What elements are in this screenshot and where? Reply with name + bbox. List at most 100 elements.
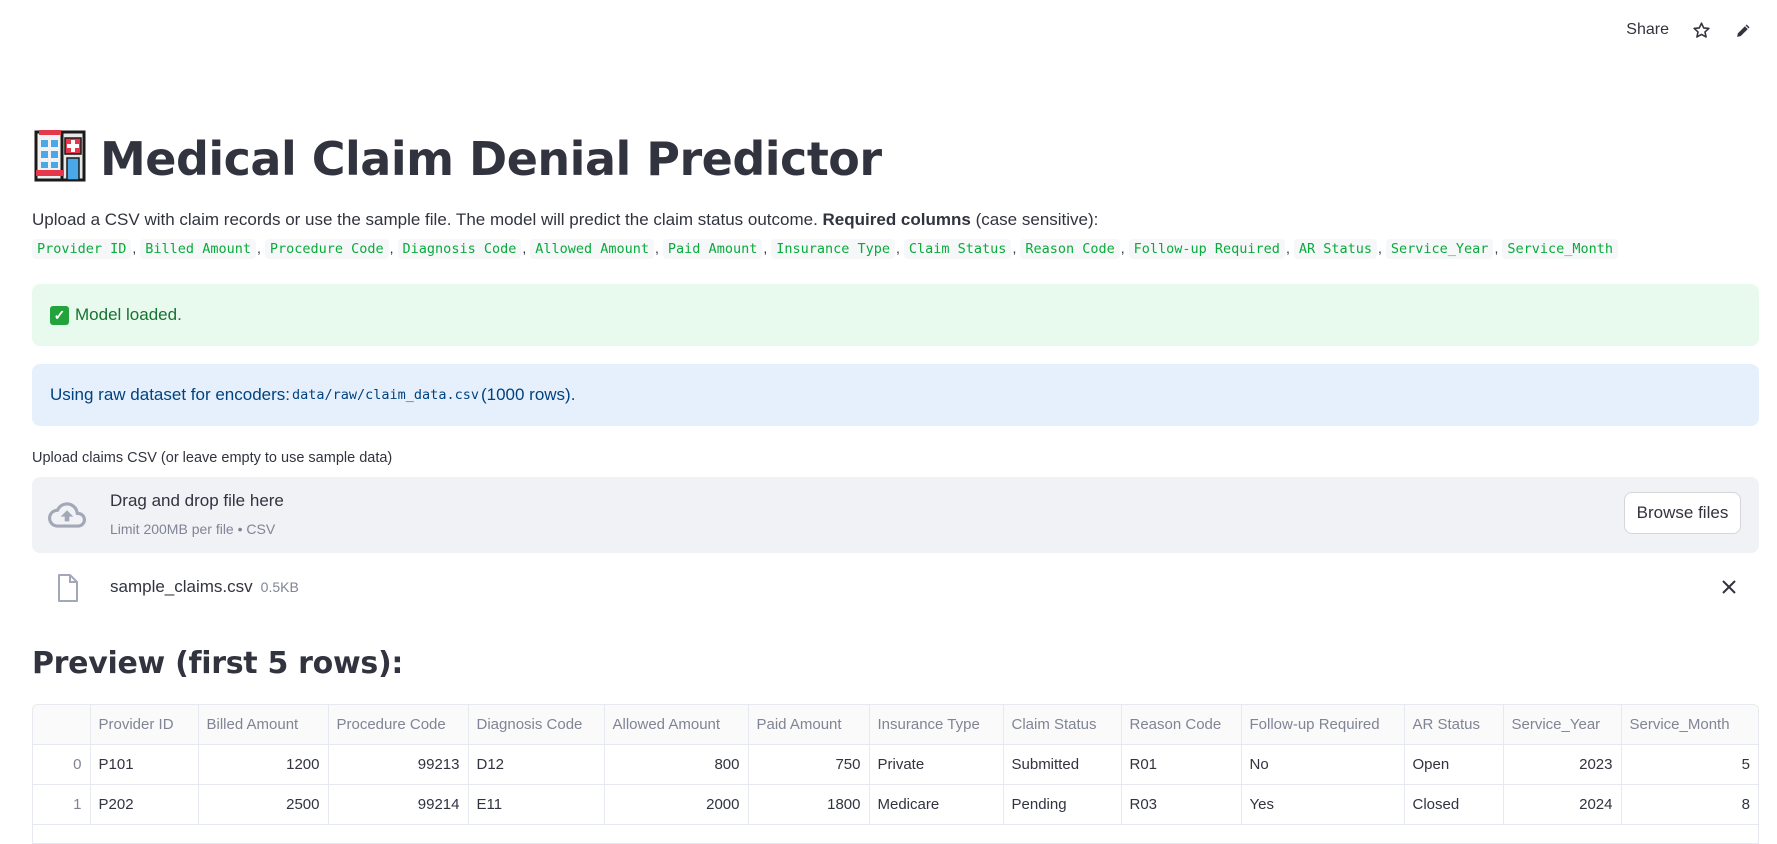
table-cell[interactable]: 800	[604, 744, 749, 785]
comma-separator: ,	[132, 240, 137, 256]
column-header[interactable]: Reason Code	[1121, 705, 1242, 745]
checkmark-icon: ✓	[50, 305, 69, 325]
comma-separator: ,	[655, 240, 659, 256]
table-cell[interactable]: R01	[1121, 744, 1242, 785]
required-column-chip: Paid Amount	[662, 239, 763, 259]
required-column-chip: Claim Status	[903, 239, 1012, 259]
preview-heading: Preview (first 5 rows):	[32, 646, 404, 681]
model-loaded-alert: ✓ Model loaded.	[32, 284, 1759, 346]
required-columns-list: Provider ID, Billed Amount, Procedure Code…	[32, 239, 1618, 259]
table-cell[interactable]: Yes	[1241, 784, 1405, 825]
table-cell[interactable]: Medicare	[869, 784, 1004, 825]
table-cell[interactable]: 2024	[1503, 784, 1622, 825]
table-cell[interactable]: P202	[90, 784, 199, 825]
column-header[interactable]: Paid Amount	[748, 705, 870, 745]
table-cell[interactable]: 2023	[1503, 744, 1622, 785]
table-cell[interactable]: 8	[1621, 784, 1758, 825]
required-column-chip: Service_Year	[1385, 239, 1494, 259]
table-cell[interactable]: 2000	[604, 784, 749, 825]
table-cell[interactable]: No	[1241, 744, 1405, 785]
intro-suffix: (case sensitive):	[970, 210, 1099, 229]
comma-separator: ,	[522, 240, 527, 256]
table-cell[interactable]: Private	[869, 744, 1004, 785]
table-cell[interactable]: 99213	[328, 744, 469, 785]
page-title-text: Medical Claim Denial Predictor	[100, 131, 882, 186]
comma-separator: ,	[763, 240, 768, 256]
column-header[interactable]: Allowed Amount	[604, 705, 749, 745]
cloud-upload-icon	[48, 496, 86, 539]
preview-table[interactable]: Provider ID Billed Amount Procedure Code Di…	[32, 704, 1759, 844]
table-row: 0 P101 1200 99213 D12 800 750 Private Submitted R…	[33, 744, 1758, 785]
table-cell[interactable]: D12	[468, 744, 605, 785]
page-title: Medical Claim Denial Predictor	[34, 128, 882, 189]
file-icon	[56, 573, 80, 608]
file-size: 0.5KB	[260, 579, 299, 595]
table-cell[interactable]: 5	[1621, 744, 1758, 785]
comma-separator: ,	[1378, 240, 1382, 256]
table-cell[interactable]: 2500	[198, 784, 329, 825]
intro-sentence: Upload a CSV with claim records or use t…	[32, 210, 823, 229]
hospital-icon	[34, 128, 86, 189]
column-header[interactable]	[33, 705, 91, 745]
pencil-icon[interactable]	[1733, 20, 1753, 40]
uploaded-file-row: sample_claims.csv 0.5KB	[32, 569, 1759, 609]
comma-separator: ,	[256, 240, 261, 256]
column-header[interactable]: Insurance Type	[869, 705, 1004, 745]
table-body: 0 P101 1200 99213 D12 800 750 Private Submitted R…	[33, 744, 1758, 825]
intro-text: Upload a CSV with claim records or use t…	[32, 210, 1098, 230]
file-name: sample_claims.csv 0.5KB	[110, 577, 299, 597]
table-cell[interactable]: Pending	[1003, 784, 1122, 825]
column-header[interactable]: Diagnosis Code	[468, 705, 605, 745]
required-columns-label: Required columns	[822, 210, 971, 229]
column-header[interactable]: Provider ID	[90, 705, 199, 745]
required-column-chip: Allowed Amount	[530, 239, 655, 259]
drag-drop-text: Drag and drop file here	[110, 491, 284, 510]
column-header[interactable]: AR Status	[1404, 705, 1504, 745]
row-index[interactable]: 0	[33, 744, 91, 785]
comma-separator: ,	[389, 240, 394, 256]
required-column-chip: Reason Code	[1020, 239, 1120, 259]
table-cell[interactable]: 1200	[198, 744, 329, 785]
info-suffix: (1000 rows).	[480, 385, 576, 404]
table-cell[interactable]: 99214	[328, 784, 469, 825]
required-column-chip: Diagnosis Code	[397, 239, 522, 259]
table-cell[interactable]: 750	[748, 744, 870, 785]
table-cell[interactable]: 1800	[748, 784, 870, 825]
star-icon[interactable]	[1691, 20, 1711, 40]
required-column-chip: Follow-up Required	[1128, 239, 1285, 259]
table-cell[interactable]: Closed	[1404, 784, 1504, 825]
browse-files-button[interactable]: Browse files	[1624, 492, 1741, 534]
column-header[interactable]: Service_Month	[1621, 705, 1758, 745]
table-cell[interactable]: E11	[468, 784, 605, 825]
column-header[interactable]: Follow-up Required	[1241, 705, 1405, 745]
success-message: Model loaded.	[75, 305, 182, 324]
info-path: data/raw/claim_data.csv	[292, 387, 479, 403]
required-column-chip: Procedure Code	[264, 239, 389, 259]
column-header[interactable]: Claim Status	[1003, 705, 1122, 745]
comma-separator: ,	[1012, 240, 1017, 256]
table-cell[interactable]: P101	[90, 744, 199, 785]
comma-separator: ,	[1120, 240, 1125, 256]
file-dropzone[interactable]: Drag and drop file here Limit 200MB per …	[32, 477, 1759, 553]
remove-file-close-icon[interactable]	[1721, 579, 1737, 600]
column-header[interactable]: Service_Year	[1503, 705, 1622, 745]
info-prefix: Using raw dataset for encoders:	[50, 385, 291, 404]
required-column-chip: Insurance Type	[771, 239, 896, 259]
table-header-row: Provider ID Billed Amount Procedure Code Di…	[33, 705, 1758, 745]
uploader-label: Upload claims CSV (or leave empty to use…	[32, 450, 393, 466]
table-row: 1 P202 2500 99214 E11 2000 1800 Medicare Pending…	[33, 784, 1758, 825]
comma-separator: ,	[1494, 240, 1499, 256]
dataset-info-alert: Using raw dataset for encoders: data/raw…	[32, 364, 1759, 426]
table-cell[interactable]: Open	[1404, 744, 1504, 785]
comma-separator: ,	[896, 240, 900, 256]
upload-limit-text: Limit 200MB per file • CSV	[110, 521, 276, 537]
required-column-chip: AR Status	[1293, 239, 1377, 259]
file-name-text: sample_claims.csv	[110, 577, 253, 596]
row-index[interactable]: 1	[33, 784, 91, 825]
column-header[interactable]: Procedure Code	[328, 705, 469, 745]
required-column-chip: Service_Month	[1502, 239, 1618, 259]
table-cell[interactable]: Submitted	[1003, 744, 1122, 785]
share-button[interactable]: Share	[1626, 21, 1669, 39]
table-cell[interactable]: R03	[1121, 784, 1242, 825]
column-header[interactable]: Billed Amount	[198, 705, 329, 745]
